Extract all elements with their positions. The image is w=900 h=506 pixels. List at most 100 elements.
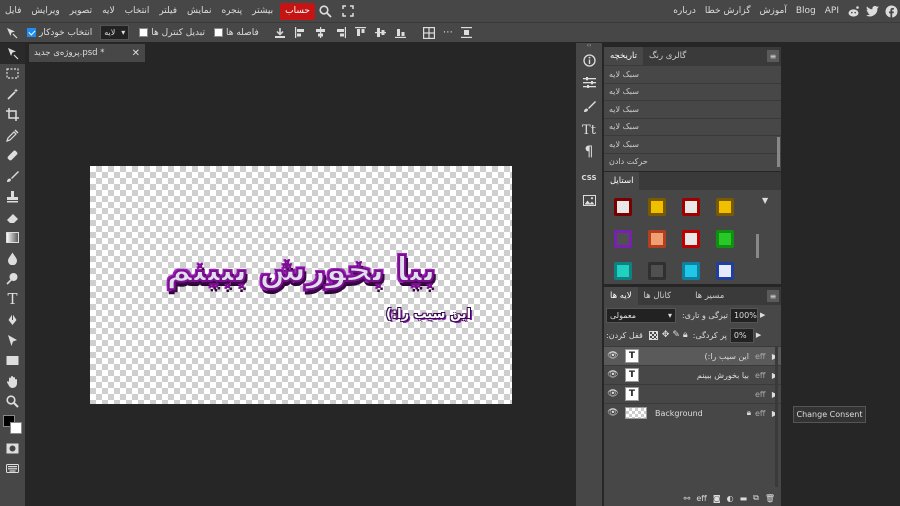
menu-select[interactable]: انتخاب [120, 0, 155, 22]
history-item[interactable]: سبک لایه [604, 100, 781, 118]
healing-brush-tool-icon[interactable] [0, 146, 25, 167]
paragraph-icon[interactable]: ¶ [577, 141, 602, 163]
twitter-icon[interactable] [863, 0, 881, 22]
history-item[interactable]: سبک لایه [604, 135, 781, 153]
styles-scrollbar[interactable] [756, 234, 759, 258]
menu-tutorial[interactable]: آموزش [756, 0, 791, 22]
menu-report-bug[interactable]: گزارش خطا [701, 0, 755, 22]
eye-icon[interactable]: 👁︎ [604, 370, 622, 380]
crop-tool-icon[interactable] [0, 105, 25, 126]
fill-input[interactable]: 0% [729, 327, 754, 343]
path-select-tool-icon[interactable] [0, 330, 25, 351]
facebook-icon[interactable] [882, 0, 900, 22]
layer-select[interactable]: لایه ▾ [100, 25, 130, 40]
tab-channels[interactable]: کانال ها [638, 287, 678, 305]
menu-edit[interactable]: ویرایش [26, 0, 64, 22]
style-swatch[interactable] [682, 198, 700, 216]
lock-all-icon[interactable]: 🔒︎ [683, 330, 688, 340]
color-swatches-icon[interactable] [0, 412, 25, 438]
tab-paths[interactable]: مسیر ها [689, 287, 730, 305]
panel-menu-icon[interactable]: ≡ [767, 50, 779, 62]
gradient-tool-icon[interactable] [0, 228, 25, 249]
document-canvas[interactable]: بیا بخورش ببینم این سیب را:) [90, 166, 512, 404]
lock-position-icon[interactable]: ✥ [662, 330, 670, 340]
dodge-tool-icon[interactable] [0, 269, 25, 290]
keyboard-icon[interactable] [0, 459, 25, 480]
eraser-tool-icon[interactable] [0, 207, 25, 228]
search-icon[interactable] [315, 0, 337, 22]
new-layer-icon[interactable]: ⧉ [753, 493, 759, 503]
history-item[interactable]: سبک لایه [604, 82, 781, 101]
zoom-tool-icon[interactable] [0, 392, 25, 413]
close-icon[interactable]: ✕ [132, 48, 140, 59]
style-swatch[interactable] [614, 230, 632, 248]
distances-checkbox[interactable] [214, 28, 223, 37]
transform-controls-checkbox[interactable] [139, 28, 149, 37]
clone-stamp-tool-icon[interactable] [0, 187, 25, 208]
new-folder-icon[interactable]: ▬ [740, 494, 748, 503]
style-swatch[interactable] [648, 198, 666, 216]
style-swatch[interactable] [716, 230, 734, 248]
brush-settings-icon[interactable] [577, 95, 602, 117]
background-color-swatch[interactable] [10, 422, 22, 434]
layer-row[interactable]: 👁︎ T eff ▶ [604, 384, 781, 403]
style-swatch[interactable] [648, 262, 666, 280]
document-tab[interactable]: پروژه‌ی جدید.psd * ✕ [29, 44, 145, 62]
align-bottom-icon[interactable] [393, 25, 409, 41]
style-swatch[interactable] [716, 198, 734, 216]
lock-transparency-icon[interactable] [648, 330, 658, 340]
layer-row[interactable]: 👁︎ T بیا بخورش ببینم eff ▶ [604, 365, 781, 384]
lock-pixels-icon[interactable]: ✎ [672, 330, 680, 340]
history-item[interactable]: سبک لایه [604, 65, 781, 83]
tab-styles[interactable]: استایل [604, 172, 640, 190]
tab-layers[interactable]: لایه ها [604, 287, 638, 305]
image-icon[interactable] [577, 189, 602, 211]
style-swatch[interactable] [648, 230, 666, 248]
opacity-input[interactable]: 100% [729, 307, 758, 323]
layer-effects-icon[interactable]: eff [755, 352, 769, 361]
subline-text-layer[interactable]: این سیب را:) [386, 307, 471, 322]
adjustments-icon[interactable] [577, 71, 602, 93]
fill-dropdown-icon[interactable]: ▶ [756, 331, 761, 339]
menu-layer[interactable]: لایه [97, 0, 119, 22]
menu-more[interactable]: بیشتر [247, 0, 278, 22]
auto-select-checkbox[interactable] [27, 28, 36, 37]
style-swatch[interactable] [682, 230, 700, 248]
style-swatch[interactable] [716, 262, 734, 280]
footer-effects-icon[interactable]: eff [696, 494, 706, 503]
type-tool-icon[interactable]: T [0, 289, 25, 310]
css-icon[interactable]: CSS [577, 167, 602, 189]
marquee-tool-icon[interactable] [0, 64, 25, 85]
style-swatch[interactable] [614, 198, 632, 216]
menu-window[interactable]: پنجره [216, 0, 247, 22]
eye-icon[interactable]: 👁︎ [604, 408, 622, 418]
download-icon[interactable] [271, 25, 289, 41]
align-left-icon[interactable] [293, 25, 309, 41]
fullscreen-icon[interactable] [337, 0, 359, 22]
menu-file[interactable]: فایل [0, 0, 26, 22]
tab-swatches[interactable]: گالری رنگ [643, 47, 692, 65]
opacity-dropdown-icon[interactable]: ▶ [760, 311, 765, 319]
menu-image[interactable]: تصویر [65, 0, 97, 22]
style-swatch[interactable] [682, 262, 700, 280]
history-item[interactable]: سبک لایه [604, 117, 781, 136]
headline-text-layer[interactable]: بیا بخورش ببینم [90, 249, 512, 291]
character-icon[interactable]: Tt [577, 119, 602, 141]
layers-panel-menu-icon[interactable]: ≡ [767, 290, 779, 302]
delete-layer-icon[interactable]: 🗑︎ [765, 494, 775, 503]
info-icon[interactable] [577, 49, 602, 71]
align-right-icon[interactable] [333, 25, 349, 41]
styles-expand-icon[interactable]: ▼ [762, 196, 768, 205]
layer-effects-icon[interactable]: eff [755, 390, 769, 399]
eyedropper-tool-icon[interactable] [0, 125, 25, 146]
menu-account[interactable]: حساب [280, 2, 315, 20]
layers-scrollbar[interactable] [775, 347, 778, 487]
move-tool-indicator-icon[interactable] [2, 25, 22, 41]
eye-icon[interactable]: 👁︎ [604, 389, 622, 399]
menu-filter[interactable]: فیلتر [154, 0, 182, 22]
eye-icon[interactable]: 👁︎ [604, 351, 622, 361]
history-scrollbar[interactable] [777, 137, 780, 167]
menu-view[interactable]: نمایش [182, 0, 216, 22]
layer-effects-icon[interactable]: eff [755, 371, 769, 380]
layer-row[interactable]: 👁︎ T این سیب را:) eff ▶ [604, 346, 781, 365]
